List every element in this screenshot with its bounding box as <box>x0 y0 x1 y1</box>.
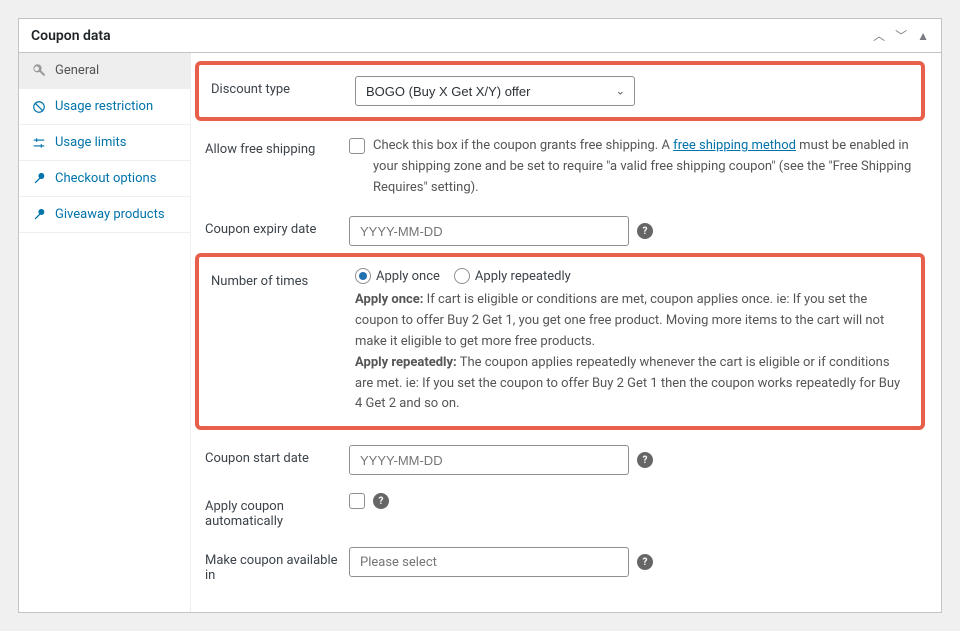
row-free-shipping: Allow free shipping Check this box if th… <box>195 127 925 207</box>
panel-heading-actions: ︿ ﹀ ▲ <box>873 27 929 44</box>
row-apply-auto: Apply coupon automatically ? <box>195 484 925 538</box>
help-icon[interactable]: ? <box>637 223 653 239</box>
available-in-select[interactable]: Please select <box>349 547 629 577</box>
help-icon[interactable]: ? <box>637 554 653 570</box>
label-discount-type: Discount type <box>201 76 355 97</box>
wrench-icon <box>31 208 47 222</box>
tab-label: Usage restriction <box>55 99 153 114</box>
radio-apply-repeatedly-text: Apply repeatedly <box>475 269 571 284</box>
label-available-in: Make coupon available in <box>195 547 349 583</box>
number-of-times-description: Apply once: If cart is eligible or condi… <box>355 290 919 415</box>
row-discount-type: Discount type BOGO (Buy X Get X/Y) offer… <box>201 67 919 115</box>
free-shipping-description: Check this box if the coupon grants free… <box>373 136 915 198</box>
sidebar-tabs: General Usage restriction Usage limits C… <box>19 53 191 612</box>
row-start-date: Coupon start date ? <box>195 436 925 484</box>
tab-usage-limits[interactable]: Usage limits <box>19 125 190 161</box>
sliders-icon <box>31 136 47 150</box>
radio-apply-repeatedly[interactable] <box>454 268 470 284</box>
tab-checkout-options[interactable]: Checkout options <box>19 161 190 197</box>
radio-apply-once-text: Apply once <box>376 269 440 284</box>
tab-content-general: Discount type BOGO (Buy X Get X/Y) offer… <box>191 53 941 612</box>
ban-icon <box>31 100 47 114</box>
tab-label: Usage limits <box>55 135 126 150</box>
row-number-of-times: Number of times Apply once Apply repeate… <box>201 259 919 424</box>
label-free-shipping: Allow free shipping <box>195 136 349 157</box>
highlight-number-of-times: Number of times Apply once Apply repeate… <box>195 253 925 430</box>
panel-title: Coupon data <box>31 28 111 44</box>
help-icon[interactable]: ? <box>637 452 653 468</box>
panel-heading: Coupon data ︿ ﹀ ▲ <box>19 19 941 53</box>
expiry-date-input[interactable] <box>349 216 629 246</box>
radio-apply-repeatedly-label[interactable]: Apply repeatedly <box>454 268 571 284</box>
wrench-icon <box>31 64 47 78</box>
radio-apply-once[interactable] <box>355 268 371 284</box>
label-apply-auto: Apply coupon automatically <box>195 493 349 529</box>
tab-usage-restriction[interactable]: Usage restriction <box>19 89 190 125</box>
coupon-panel: Coupon data ︿ ﹀ ▲ General Usage restrict… <box>18 18 942 613</box>
tab-general[interactable]: General <box>19 53 190 89</box>
label-number-of-times: Number of times <box>201 268 355 289</box>
free-shipping-checkbox[interactable] <box>349 138 365 154</box>
panel-body: General Usage restriction Usage limits C… <box>19 53 941 612</box>
apply-auto-checkbox[interactable] <box>349 493 365 509</box>
label-expiry-date: Coupon expiry date <box>195 216 349 237</box>
help-icon[interactable]: ? <box>373 493 389 509</box>
label-start-date: Coupon start date <box>195 445 349 466</box>
row-expiry-date: Coupon expiry date ? <box>195 207 925 255</box>
tab-label: General <box>55 63 99 78</box>
radio-apply-once-label[interactable]: Apply once <box>355 268 440 284</box>
start-date-input[interactable] <box>349 445 629 475</box>
collapse-icon[interactable]: ▲ <box>917 29 929 43</box>
discount-type-select[interactable]: BOGO (Buy X Get X/Y) offer <box>355 76 635 106</box>
highlight-discount-type: Discount type BOGO (Buy X Get X/Y) offer… <box>195 61 925 121</box>
wrench-icon <box>31 172 47 186</box>
chevron-up-icon[interactable]: ︿ <box>873 27 885 44</box>
tab-giveaway-products[interactable]: Giveaway products <box>19 197 190 233</box>
free-shipping-method-link[interactable]: free shipping method <box>673 138 796 153</box>
row-available-in: Make coupon available in Please select ? <box>195 538 925 592</box>
tab-label: Giveaway products <box>55 207 165 222</box>
tab-label: Checkout options <box>55 171 156 186</box>
chevron-down-icon[interactable]: ﹀ <box>895 27 907 44</box>
